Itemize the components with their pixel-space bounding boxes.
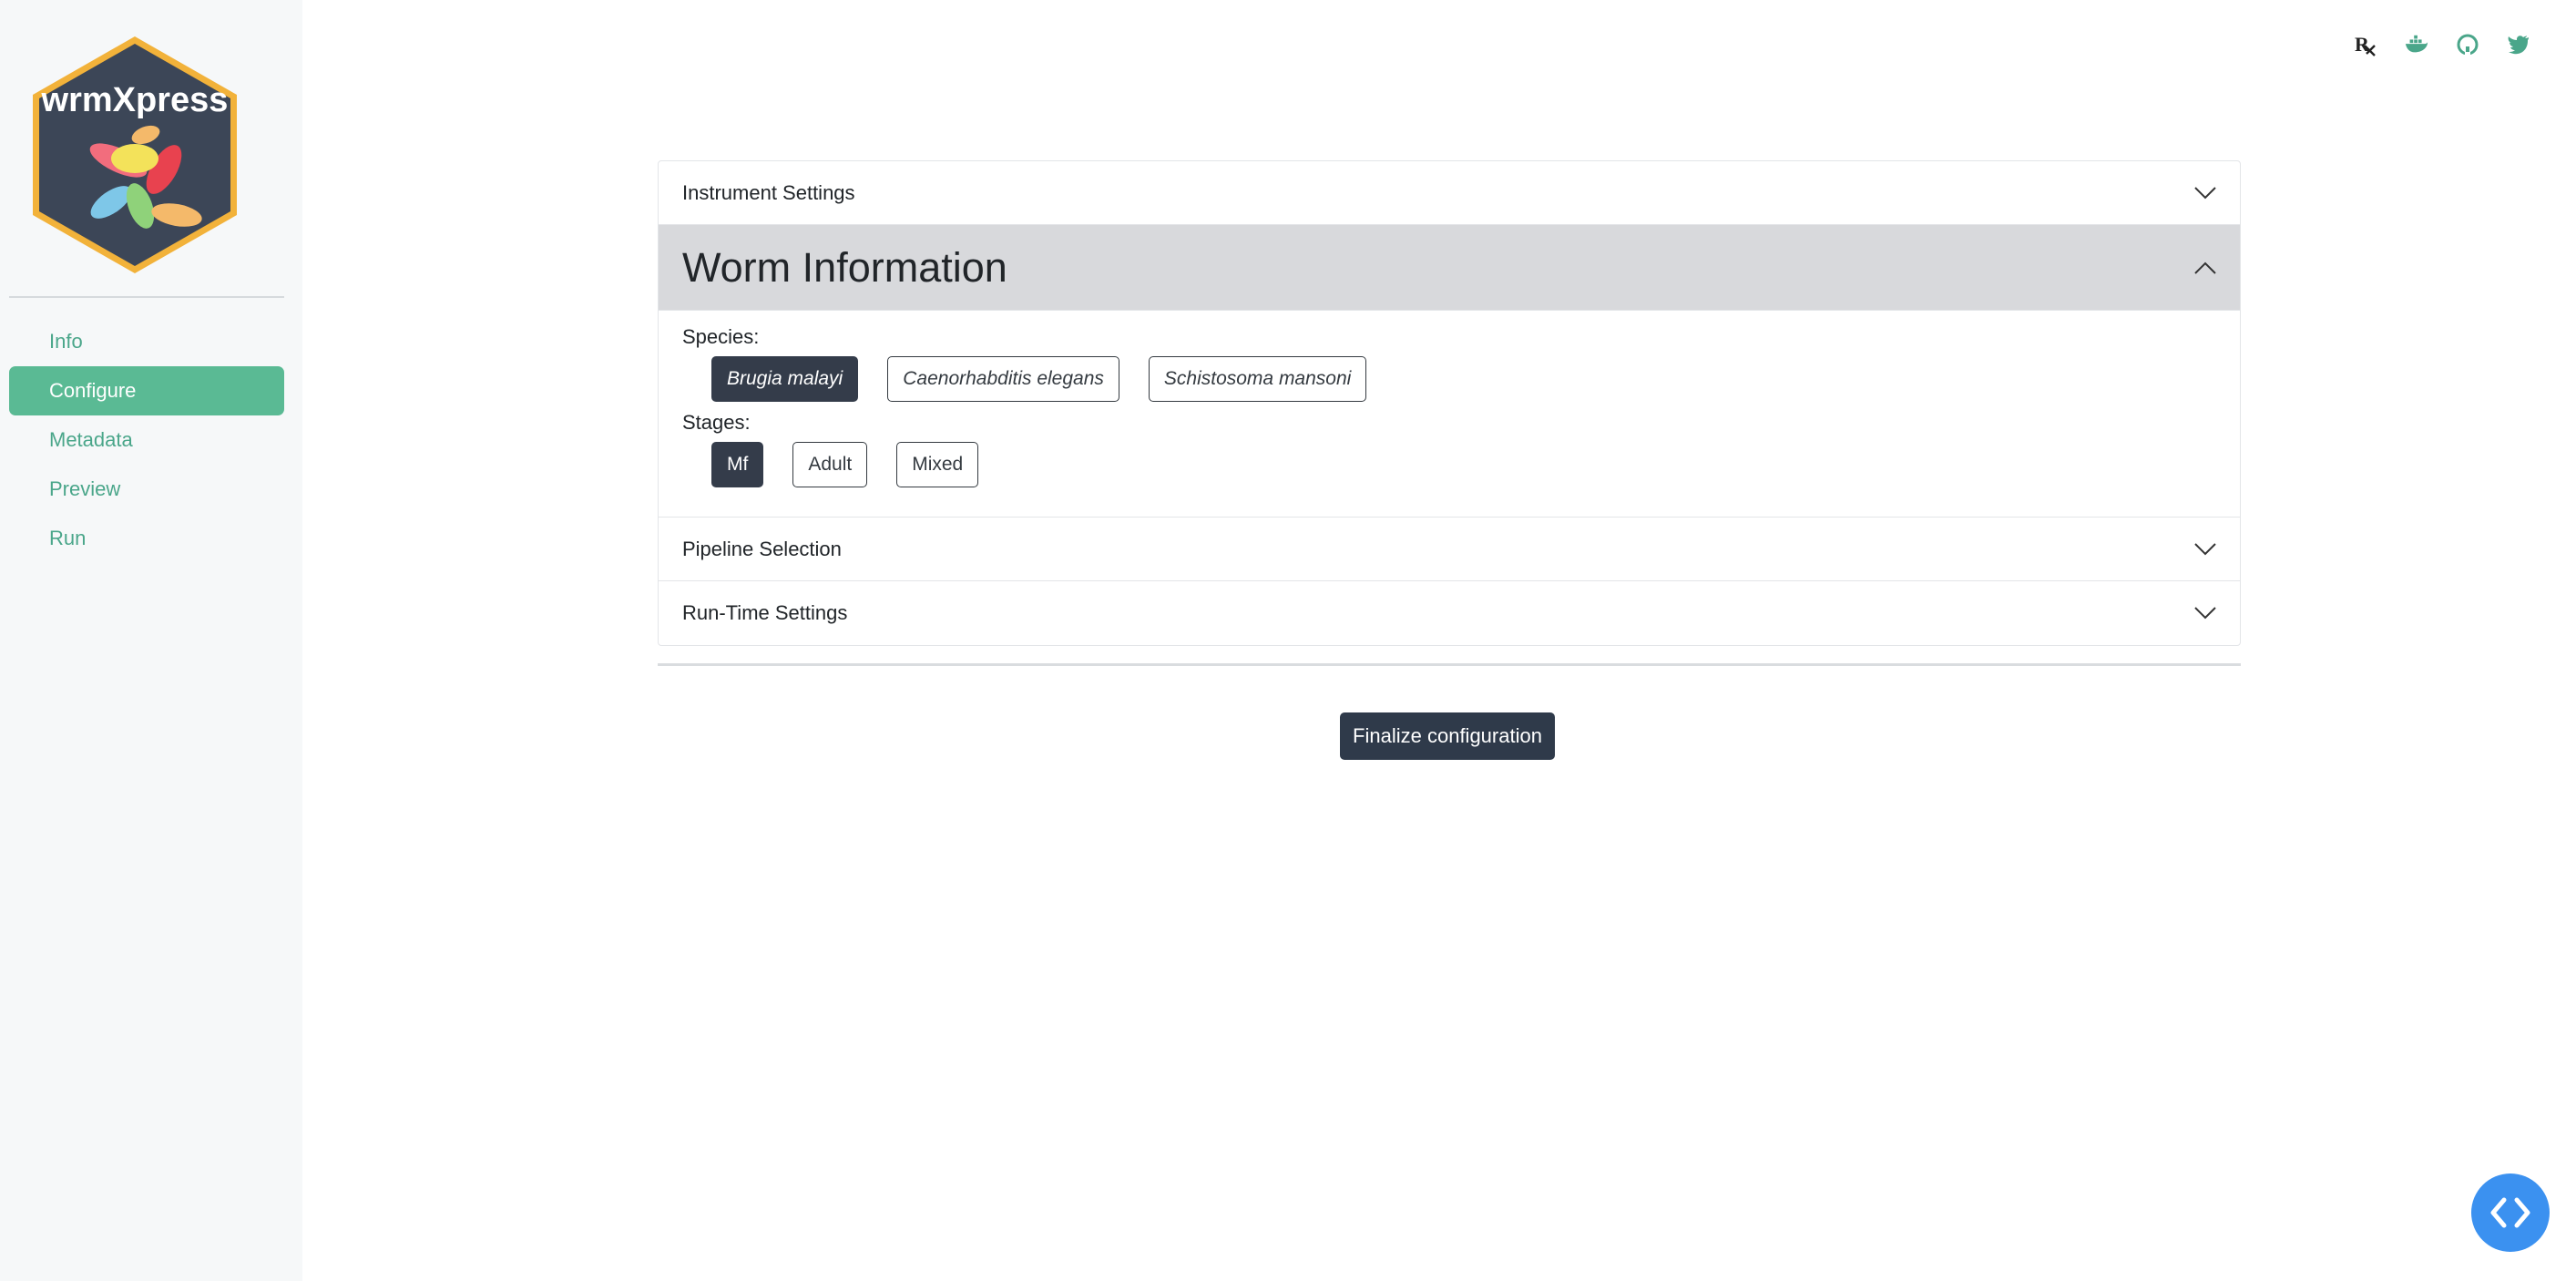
twitter-icon[interactable]	[2507, 33, 2530, 56]
run-time-settings-title: Run-Time Settings	[682, 601, 848, 624]
sidebar-divider	[9, 296, 284, 298]
species-brugia-malayi-button[interactable]: Brugia malayi	[711, 356, 859, 402]
finalize-configuration-button[interactable]: Finalize configuration	[1340, 712, 1555, 760]
accordion-pipeline-selection[interactable]: Pipeline Selection	[659, 518, 2240, 581]
section-divider	[658, 663, 2241, 666]
sidebar-item-info[interactable]: Info	[9, 317, 284, 366]
sidebar: wrmXpress Info Configure Metadata Previe…	[0, 0, 302, 1281]
worm-information-title: Worm Information	[682, 243, 1007, 291]
instrument-settings-title: Instrument Settings	[682, 180, 855, 204]
stages-options: Mf Adult Mixed	[682, 442, 2216, 487]
accordion-run-time-settings[interactable]: Run-Time Settings	[659, 581, 2240, 645]
rx-icon[interactable]: R	[2354, 33, 2377, 56]
species-caenorhabditis-elegans-button[interactable]: Caenorhabditis elegans	[887, 356, 1119, 402]
accordion-worm-information[interactable]: Worm Information	[659, 225, 2240, 311]
stages-label: Stages:	[682, 411, 751, 434]
wrmxpress-logo: wrmXpress	[33, 36, 237, 273]
stage-adult-button[interactable]: Adult	[792, 442, 868, 487]
sidebar-item-configure[interactable]: Configure	[9, 366, 284, 415]
code-toggle-button[interactable]	[2471, 1173, 2550, 1252]
github-icon[interactable]	[2456, 33, 2479, 56]
stage-mixed-button[interactable]: Mixed	[896, 442, 979, 487]
chevron-down-icon	[2194, 607, 2216, 620]
sidebar-nav: Info Configure Metadata Preview Run	[9, 317, 284, 563]
worm-information-body: Species: Brugia malayi Caenorhabditis el…	[659, 311, 2240, 518]
sidebar-item-run[interactable]: Run	[9, 514, 284, 563]
sidebar-item-metadata[interactable]: Metadata	[9, 415, 284, 465]
code-icon	[2490, 1197, 2530, 1228]
species-label: Species:	[682, 325, 760, 348]
logo-text: wrmXpress	[41, 81, 229, 119]
stage-mf-button[interactable]: Mf	[711, 442, 764, 487]
accordion-instrument-settings[interactable]: Instrument Settings	[659, 161, 2240, 225]
species-schistosoma-mansoni-button[interactable]: Schistosoma mansoni	[1148, 356, 1367, 402]
docker-icon[interactable]	[2405, 33, 2428, 56]
chevron-down-icon	[2194, 186, 2216, 199]
pipeline-selection-title: Pipeline Selection	[682, 537, 842, 560]
header-icons: R	[2354, 33, 2530, 56]
sidebar-item-preview[interactable]: Preview	[9, 465, 284, 514]
species-options: Brugia malayi Caenorhabditis elegans Sch…	[682, 356, 2216, 402]
chevron-down-icon	[2194, 542, 2216, 555]
config-accordion: Instrument Settings Worm Information Spe…	[658, 160, 2241, 646]
chevron-up-icon	[2194, 261, 2216, 274]
